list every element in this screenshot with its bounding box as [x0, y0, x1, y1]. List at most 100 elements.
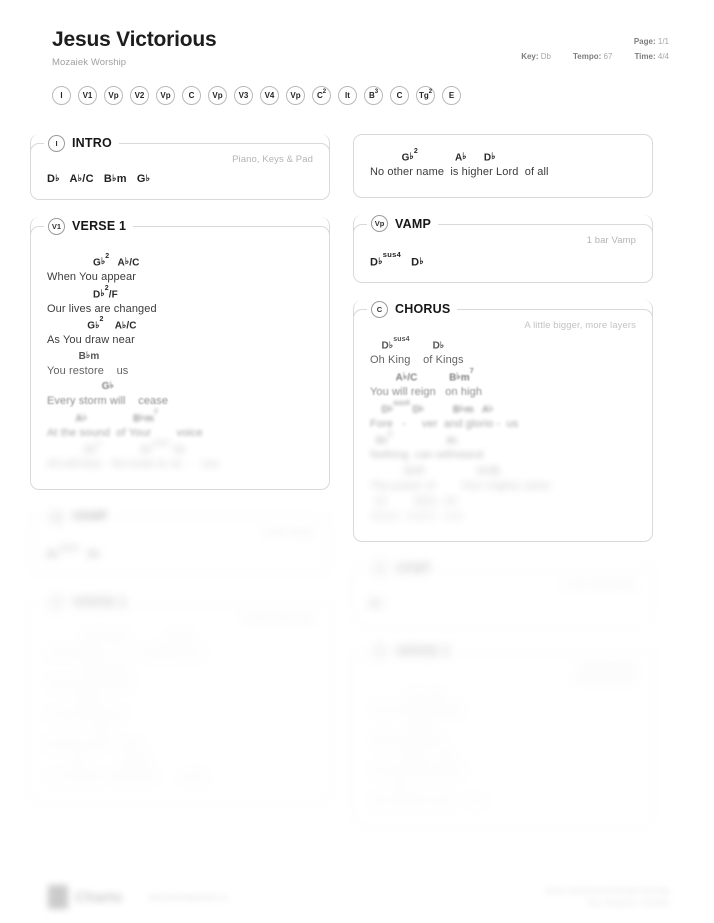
nav-pill-vp[interactable]: Vp	[208, 86, 227, 106]
nav-pill-tg-2[interactable]: Tg 2	[416, 86, 435, 106]
chord-lyric-line: A♭ B♭m7 At the sound of Your voice	[47, 408, 313, 441]
section-verse-1-badge: V1	[48, 217, 65, 235]
lyric-row: Unveiled by unfailing love	[47, 646, 313, 661]
lyric-row: Fore - ver and glorio - us	[370, 417, 519, 430]
tempo-indicator: Tempo: 67	[573, 49, 612, 64]
brand-name: Charts	[75, 888, 123, 906]
chord-lyric-line: D♭2/F Our lives are changed	[47, 284, 313, 317]
nav-pill-v1[interactable]: V1	[78, 86, 97, 106]
time-signature-indicator: Time: 4/4	[634, 49, 669, 64]
nav-pill-vp[interactable]: Vp	[104, 86, 123, 106]
section-verse-3-badge: V3	[371, 642, 388, 660]
chord-lyric-line: B♭m G♭The darkness tried	[370, 750, 636, 779]
page-value: 1/1	[657, 37, 669, 46]
nav-pill-vp[interactable]: Vp	[156, 86, 175, 106]
chord-row: B♭m G♭	[370, 750, 636, 764]
chord-lyric-line: D♭/F G♭/B The power of Your mighty name	[370, 465, 636, 493]
section-vamp-b-note: 1 bar Vamp	[586, 234, 636, 246]
section-chorus-title: CHORUS	[395, 302, 451, 317]
section-chorus-badge: C	[371, 300, 388, 318]
lyric-row: The power of Your mighty name	[370, 479, 551, 492]
chord-lyric-line: A♭/C B♭m7 You will reign on high	[370, 368, 636, 400]
lyric-row: Your love and light	[370, 703, 636, 718]
section-verse-2-header[interactable]: V2 VERSE 2	[44, 592, 134, 611]
key-label: Key:	[521, 52, 539, 62]
chord-row: G♭2 A♭/C	[47, 660, 313, 677]
key-indicator: Key: Db	[521, 49, 551, 64]
brand-logo-icon	[48, 885, 68, 909]
chord-row: G♭2 A♭	[370, 431, 458, 447]
nav-pill-it[interactable]: It	[338, 86, 357, 106]
chord-lyric-line: A♭ B♭m7As You tear down the walls	[47, 753, 313, 785]
credit-line-2: CCLI Song No. 7123456	[587, 898, 669, 907]
chord-row: G♭2 A♭ D♭	[370, 148, 496, 164]
section-verse-2-note: Add soft sustain	[243, 612, 313, 624]
section-vamp-c-header[interactable]: Vp VAMP	[367, 558, 438, 577]
section-vamp-a: Vp VAMP 1 bar Vamp D♭sus4 D♭	[30, 507, 330, 576]
chord-lyric-line: D♭sus4 D♭ B♭m A♭ Fore - ver and glorio - …	[370, 399, 636, 432]
chord-row: D♭/F	[370, 720, 636, 734]
chord-lyric-line: G♭ Every storm will cease	[47, 380, 313, 408]
chord-lyric-line: B♭m You restore us	[47, 350, 313, 378]
section-chorus-header[interactable]: C CHORUS	[367, 300, 458, 319]
section-verse-3-title: VERSE 3	[395, 643, 450, 658]
section-verse-3-note: Full dynamic Low dynamics	[574, 661, 636, 684]
chord-row: G♭2 A♭/C	[47, 316, 137, 332]
verse-3-lines: G♭ A♭Your love and light D♭/FWill ever s…	[370, 690, 636, 809]
section-vamp-c-badge: Vp	[371, 559, 388, 577]
nav-pill-vp[interactable]: Vp	[286, 86, 305, 106]
chord-row: A♭ B♭m G♭	[370, 495, 458, 508]
nav-pill-c-2[interactable]: C2	[312, 86, 331, 106]
chord-row: D♭/F G♭/B	[370, 465, 500, 478]
chord-lyric-line: A♭ B♭m G♭ Jesus victori - ous	[370, 495, 636, 523]
nav-pill-v2[interactable]: V2	[130, 86, 149, 106]
chord-lyric-line: B♭mIn full surrender	[47, 694, 313, 722]
chord-row: A♭/C B♭m7	[370, 368, 474, 384]
chord-lyric-line: G♭2 A♭sus4 A♭ All will bow the knee to Je…	[47, 440, 313, 472]
section-vamp-c-note: 1 bar breakdown	[563, 578, 636, 590]
nav-pill-i[interactable]: I	[52, 86, 71, 106]
section-navigation: I V1 Vp V2 Vp C Vp V3 V4 Vp C 2 It B 3 C Tg 2 E	[0, 68, 714, 106]
nav-pill-v3[interactable]: V3	[234, 86, 253, 106]
section-vamp-a-header[interactable]: Vp VAMP	[44, 507, 115, 526]
chord-lyric-line: G♭2 A♭/C As You draw near	[47, 316, 313, 348]
section-vamp-c-chords: D♭	[370, 597, 383, 610]
lyric-row: But couldn't hold You	[370, 794, 636, 809]
chord-lyric-line: G♭2 A♭/C When You appear	[47, 253, 313, 285]
nav-pill-e[interactable]: E	[442, 86, 461, 106]
lyric-row: When You appear	[47, 270, 136, 283]
nav-pill-b-3[interactable]: B3	[364, 86, 383, 106]
section-verse-1-body: G♭2 A♭/C When You appear D♭2/F Our lives a…	[30, 217, 330, 491]
lyric-row: The darkness tried	[370, 764, 636, 779]
chord-row: D♭sus4 D♭	[370, 336, 445, 352]
section-verse-3-header[interactable]: V3 VERSE 3	[367, 641, 457, 660]
chord-row: G♭2 A♭/C G♭/B	[47, 629, 313, 646]
section-intro-chords: D♭ A♭/C B♭m G♭	[47, 173, 151, 186]
time-value: 4/4	[657, 52, 669, 62]
key-value: Db	[540, 52, 551, 62]
chord-lyric-line: G♭2 A♭/CWe give our lives	[47, 660, 313, 692]
brand-url[interactable]: www.worshipcharts.co	[149, 893, 228, 902]
page-footer: Charts www.worshipcharts.co Music and ly…	[0, 885, 714, 909]
chord-row: D♭sus4 D♭ B♭m A♭	[370, 399, 494, 416]
section-verse-2-title: VERSE 2	[72, 594, 127, 609]
nav-pill-v4[interactable]: V4	[260, 86, 279, 106]
section-intro-continuation-body: G♭2 A♭ D♭ No other name is higher Lord of…	[353, 134, 653, 198]
section-verse-3: V3 VERSE 3 Full dynamic Low dynamics G♭ …	[353, 641, 653, 828]
chord-row: A♭	[370, 781, 636, 795]
section-vamp-b-chords: D♭sus4 D♭	[370, 250, 424, 269]
section-intro-badge: I	[48, 134, 65, 152]
chord-row: G♭	[47, 724, 313, 738]
lyric-row: Our lives are changed	[47, 302, 157, 315]
section-vamp-b-header[interactable]: Vp VAMP	[367, 214, 438, 233]
chord-row: D♭2/F	[47, 284, 118, 301]
chart-page: Jesus Victorious Mozaiek Worship Page: 1…	[0, 0, 714, 923]
section-intro-header[interactable]: I INTRO	[44, 134, 119, 153]
time-label: Time:	[634, 52, 656, 62]
section-vamp-c-title: VAMP	[395, 560, 431, 575]
chord-row: A♭ B♭m7	[47, 408, 158, 425]
nav-pill-c[interactable]: C	[390, 86, 409, 106]
nav-pill-c[interactable]: C	[182, 86, 201, 106]
section-verse-1-header[interactable]: V1 VERSE 1	[44, 217, 134, 236]
lyric-row: Jesus victori - ous	[370, 509, 464, 522]
